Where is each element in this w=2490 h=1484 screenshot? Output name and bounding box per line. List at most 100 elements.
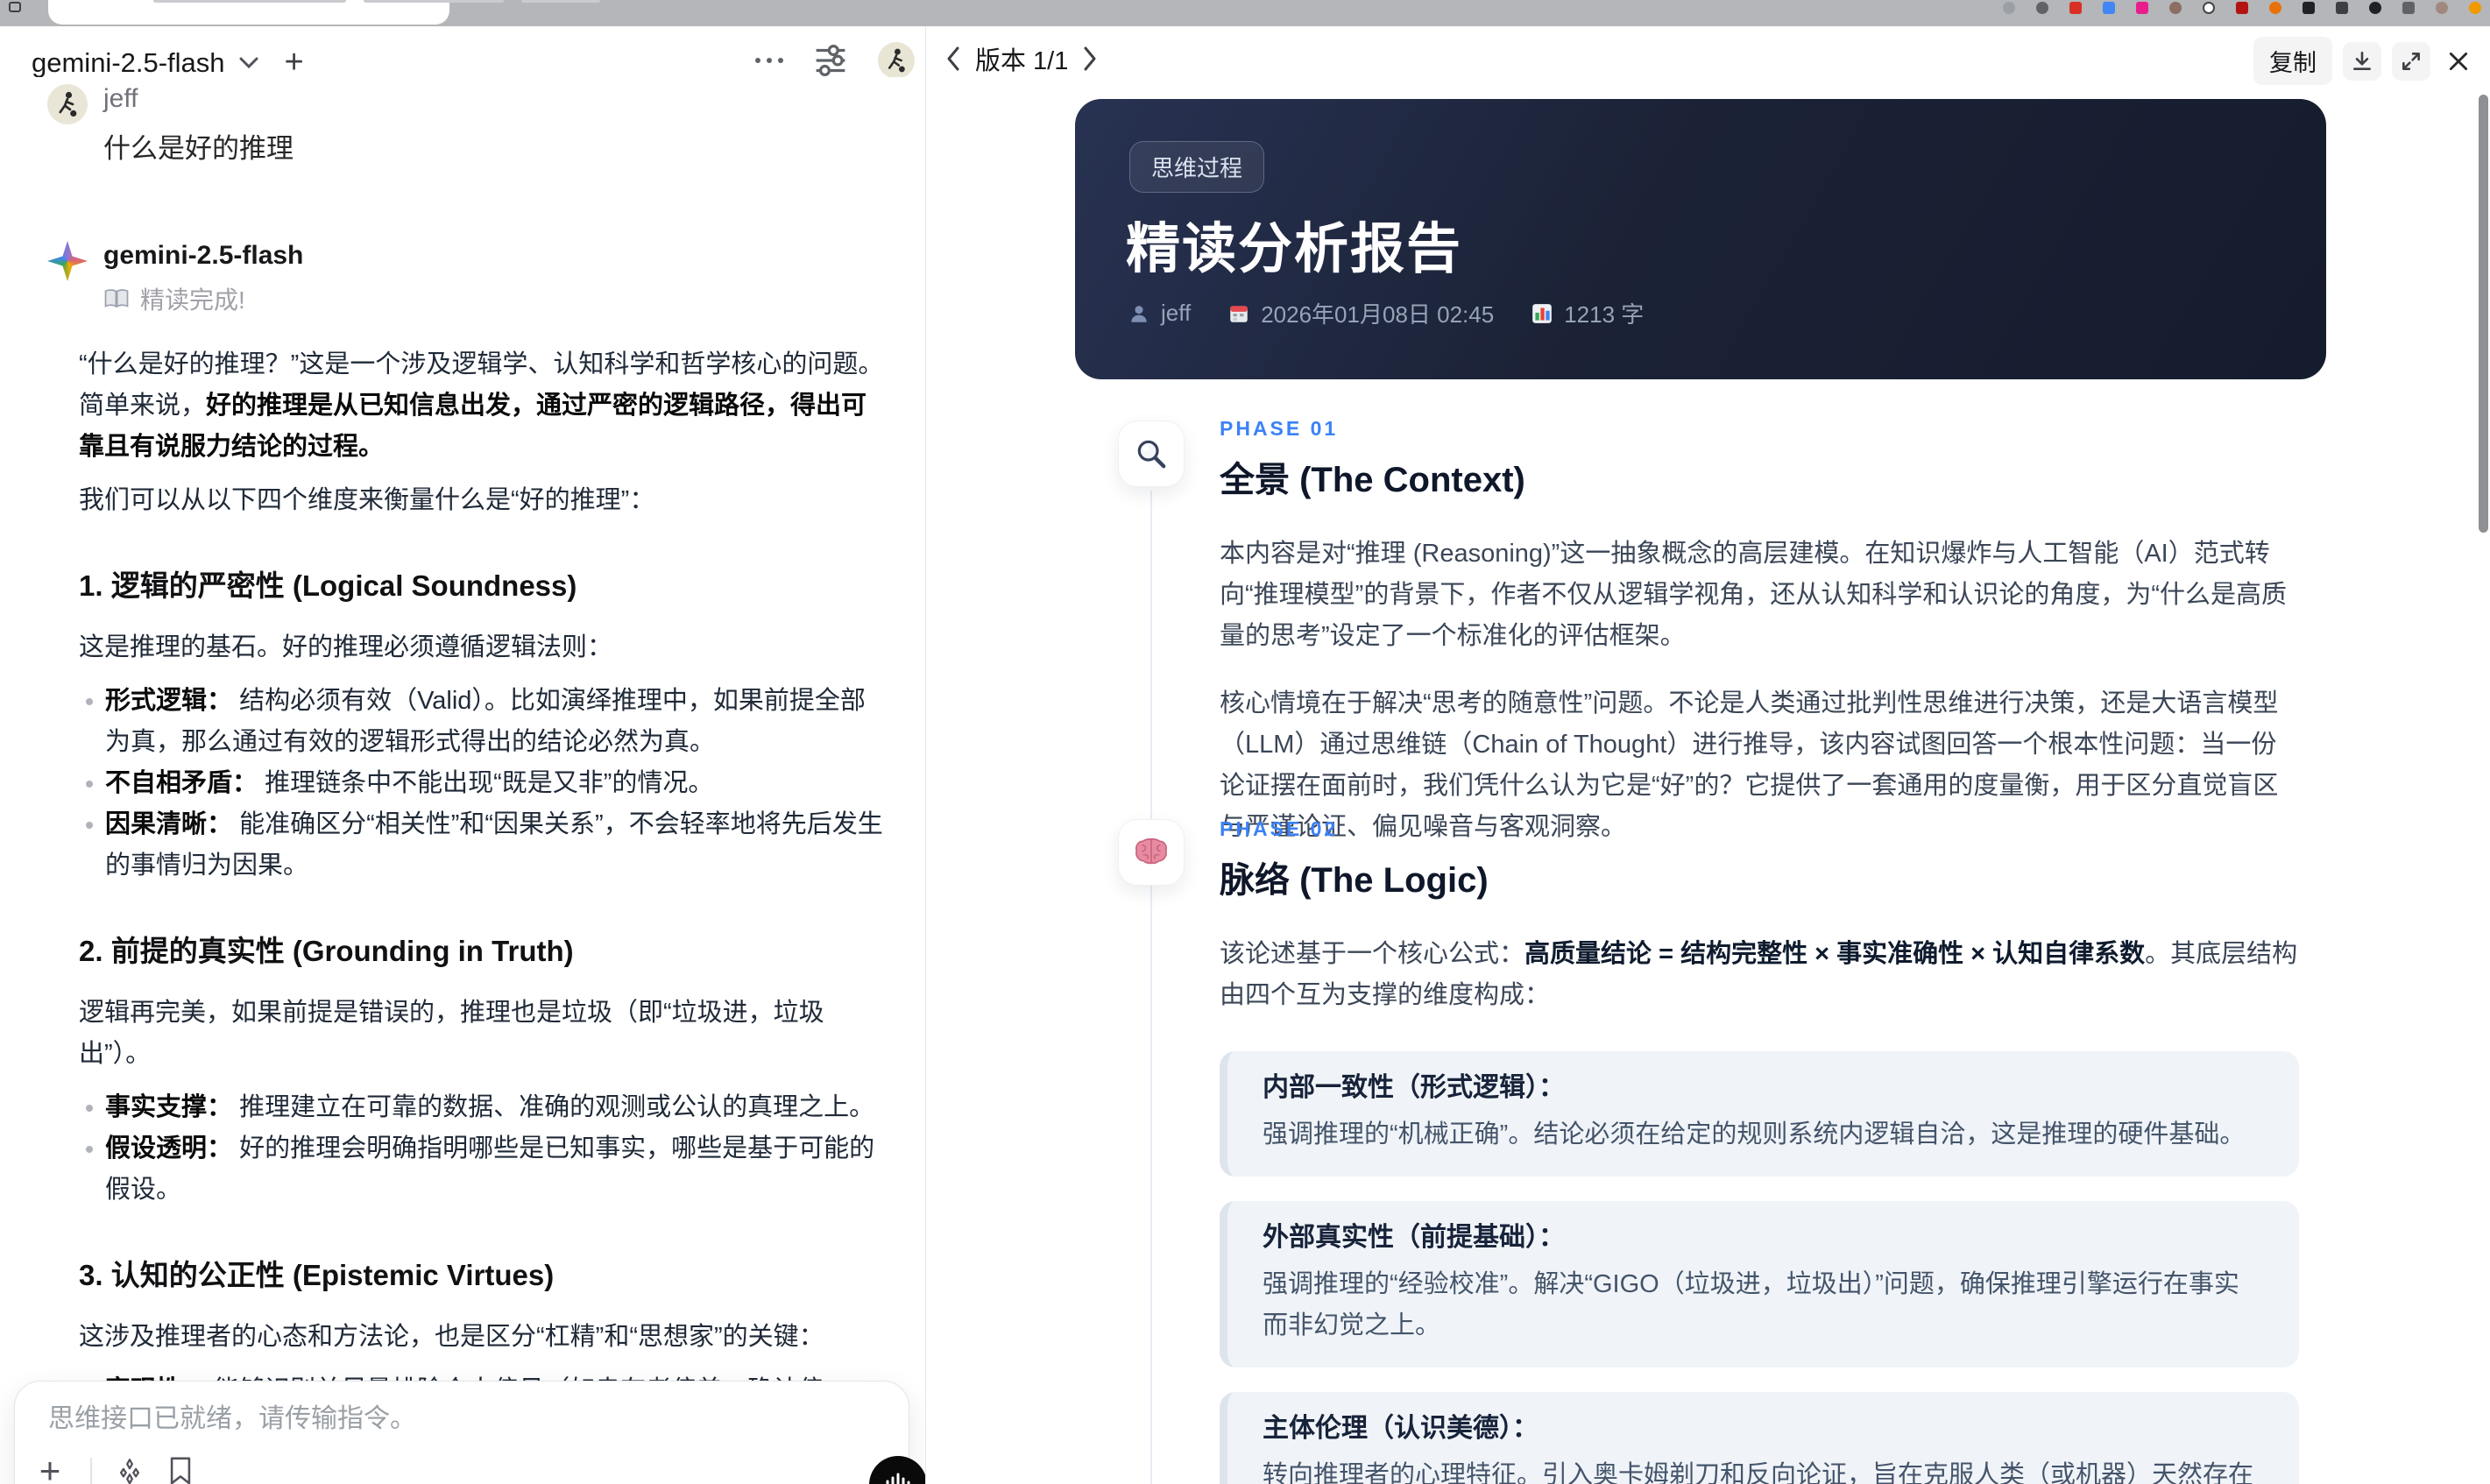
extension-icon[interactable] bbox=[2303, 2, 2315, 14]
date-meta: 2026年01月08日 02:45 bbox=[1227, 297, 1494, 329]
bookmark-favicon[interactable] bbox=[2269, 2, 2281, 14]
url-text-fragment bbox=[153, 0, 346, 3]
section-intro: 这是推理的基石。好的推理必须遵循逻辑法则： bbox=[79, 633, 613, 661]
extension-icon[interactable] bbox=[2336, 2, 2348, 14]
magnifier-icon bbox=[1118, 420, 1185, 487]
artifact-viewer-panel: 版本 1/1 复制 思维过程 精读分析报告 jeff 2026年01月08日 0… bbox=[926, 26, 2490, 1484]
version-navigator: 版本 1/1 bbox=[945, 40, 1098, 77]
dimension-card-title: 主体伦理（认识美德）： bbox=[1263, 1414, 1539, 1443]
browser-address-bar[interactable] bbox=[48, 0, 600, 25]
open-book-icon bbox=[104, 289, 129, 308]
chat-panel: jeff 什么是好的推理 gemini-2.5-flash 精读完成! “什么是… bbox=[0, 77, 925, 1484]
report-title: 精读分析报告 bbox=[1126, 219, 1463, 279]
dimension-cards: 内部一致性（形式逻辑）： 强调推理的“机械正确”。结论必须在给定的规则系统内逻辑… bbox=[1220, 1051, 2299, 1484]
input-toolbar-divider bbox=[90, 1458, 92, 1484]
list-item: 因果清晰： 能准确区分“相关性”和“因果关系”，不会轻率地将先后发生的事情归为因… bbox=[79, 804, 887, 887]
author-meta: jeff bbox=[1128, 300, 1191, 327]
browser-back-icon[interactable] bbox=[9, 2, 21, 12]
phase-paragraph: 该论述基于一个核心公式：高质量结论 = 结构完整性 × 事实准确性 × 认知自律… bbox=[1220, 940, 2298, 1009]
word-count-meta: 1213 字 bbox=[1531, 297, 1644, 329]
phase-title: 全景 (The Context) bbox=[1220, 461, 1525, 499]
dimension-card: 内部一致性（形式逻辑）： 强调推理的“机械正确”。结论必须在给定的规则系统内逻辑… bbox=[1220, 1051, 2299, 1177]
user-message: jeff 什么是好的推理 bbox=[47, 84, 887, 166]
viewer-scrollbar[interactable] bbox=[2479, 95, 2488, 533]
report-meta: jeff 2026年01月08日 02:45 1213 字 bbox=[1128, 297, 1644, 329]
bookmark-favicon[interactable] bbox=[2203, 2, 2215, 14]
assistant-message-body: “什么是好的推理？”这是一个涉及逻辑学、认知科学和哲学核心的问题。简单来说，好的… bbox=[79, 344, 887, 1484]
dimension-card-body: 转向推理者的心理特征。引入奥卡姆剃刀和反向论证，旨在克服人类（或机器）天然存在的… bbox=[1263, 1461, 2254, 1484]
close-button[interactable] bbox=[2441, 44, 2476, 79]
person-icon bbox=[1131, 305, 1147, 322]
new-chat-button[interactable]: + bbox=[285, 44, 304, 81]
dimension-card: 外部真实性（前提基础）： 强调推理的“经验校准”。解决“GIGO（垃圾进，垃圾出… bbox=[1220, 1201, 2299, 1367]
download-button[interactable] bbox=[2343, 41, 2381, 81]
fullscreen-button[interactable] bbox=[2392, 41, 2430, 81]
timeline-line bbox=[1150, 491, 1152, 1484]
phase-label: PHASE 02 bbox=[1220, 817, 1339, 840]
copy-button[interactable]: 复制 bbox=[2253, 37, 2332, 85]
calendar-icon bbox=[1230, 305, 1248, 322]
extension-icon[interactable] bbox=[2402, 2, 2415, 14]
section-heading: 2. 前提的真实性 (Grounding in Truth) bbox=[79, 935, 574, 967]
more-options-icon[interactable] bbox=[755, 58, 783, 63]
assistant-name: gemini-2.5-flash bbox=[103, 241, 304, 270]
bookmark-favicon[interactable] bbox=[2069, 2, 2082, 14]
bookmark-favicon[interactable] bbox=[2003, 2, 2015, 14]
url-text-fragment bbox=[521, 0, 600, 3]
chat-message-list: jeff 什么是好的推理 gemini-2.5-flash 精读完成! “什么是… bbox=[47, 77, 887, 1484]
chevron-down-icon bbox=[239, 57, 258, 69]
dimension-card-title: 外部真实性（前提基础）： bbox=[1263, 1223, 1565, 1252]
phase-title: 脉络 (The Logic) bbox=[1220, 861, 1489, 900]
tune-settings-icon[interactable] bbox=[813, 45, 848, 76]
list-item: 不自相矛盾： 推理链条中不能出现“既是又非”的情况。 bbox=[79, 763, 887, 804]
phase-paragraph: 本内容是对“推理 (Reasoning)”这一抽象概念的高层建模。在知识爆炸与人… bbox=[1220, 540, 2287, 650]
brain-icon bbox=[1118, 819, 1185, 886]
model-name: gemini-2.5-flash bbox=[32, 46, 225, 78]
bookmark-favicon[interactable] bbox=[2469, 2, 2481, 14]
version-label: 版本 1/1 bbox=[975, 47, 1069, 75]
assistant-status: 精读完成! bbox=[79, 281, 887, 316]
close-icon bbox=[2449, 52, 2468, 70]
download-icon bbox=[2353, 51, 2371, 70]
bar-chart-icon bbox=[1532, 303, 1553, 323]
bullet-list: 事实支撑： 推理建立在可靠的数据、准确的观测或公认的真理之上。 假设透明： 好的… bbox=[79, 1087, 887, 1211]
bookmark-favicon[interactable] bbox=[2103, 2, 2115, 14]
phase-section-1: PHASE 01 全景 (The Context) 本内容是对“推理 (Reas… bbox=[1220, 417, 2299, 874]
section-heading: 1. 逻辑的严密性 (Logical Soundness) bbox=[79, 569, 577, 602]
list-item: 假设透明： 好的推理会明确指明哪些是已知事实，哪些是基于可能的假设。 bbox=[79, 1128, 887, 1211]
sparkle-tools-icon[interactable] bbox=[115, 1456, 145, 1484]
dimension-card: 主体伦理（认识美德）： 转向推理者的心理特征。引入奥卡姆剃刀和反向论证，旨在克服… bbox=[1220, 1392, 2299, 1484]
user-name: jeff bbox=[103, 84, 138, 113]
user-message-text: 什么是好的推理 bbox=[103, 133, 294, 164]
user-avatar[interactable] bbox=[878, 42, 915, 79]
app-window: gemini-2.5-flash + jeff 什么是好的推理 gemini-2… bbox=[0, 0, 2490, 1484]
prompt-input[interactable] bbox=[48, 1404, 714, 1434]
bookmark-icon[interactable] bbox=[167, 1456, 194, 1484]
phase-label: PHASE 01 bbox=[1220, 417, 1339, 440]
browser-profile-avatar[interactable] bbox=[2436, 2, 2448, 14]
chevron-right-icon[interactable] bbox=[1082, 46, 1098, 72]
user-avatar bbox=[47, 84, 88, 124]
bookmark-favicon[interactable] bbox=[2236, 2, 2248, 14]
chevron-left-icon[interactable] bbox=[945, 46, 961, 72]
dimension-card-title: 内部一致性（形式逻辑）： bbox=[1263, 1073, 1565, 1102]
expand-icon bbox=[2402, 52, 2420, 70]
assistant-message: gemini-2.5-flash 精读完成! “什么是好的推理？”这是一个涉及逻… bbox=[47, 241, 887, 1484]
bookmark-favicon[interactable] bbox=[2136, 2, 2148, 14]
phase-section-2: PHASE 02 脉络 (The Logic) 该论述基于一个核心公式：高质量结… bbox=[1220, 817, 2299, 1484]
report-hero-card: 思维过程 精读分析报告 jeff 2026年01月08日 02:45 1213 … bbox=[1075, 99, 2326, 379]
list-item: 形式逻辑： 结构必须有效（Valid）。比如演绎推理中，如果前提全部为真，那么通… bbox=[79, 681, 887, 763]
paragraph: “什么是好的推理？”这是一个涉及逻辑学、认知科学和哲学核心的问题。简单来说，好的… bbox=[79, 350, 884, 461]
bookmarks-bar bbox=[2003, 2, 2481, 14]
bookmark-favicon[interactable] bbox=[2169, 2, 2182, 14]
attach-plus-button[interactable]: + bbox=[32, 1450, 67, 1484]
extension-icon[interactable] bbox=[2369, 2, 2381, 14]
list-item: 事实支撑： 推理建立在可靠的数据、准确的观测或公认的真理之上。 bbox=[79, 1087, 887, 1128]
section-intro: 这涉及推理者的心态和方法论，也是区分“杠精”和“思想家”的关键： bbox=[79, 1323, 824, 1351]
bookmark-favicon[interactable] bbox=[2036, 2, 2048, 14]
model-selector[interactable]: gemini-2.5-flash + bbox=[32, 44, 304, 81]
voice-input-button[interactable] bbox=[869, 1456, 925, 1484]
section-intro: 逻辑再完美，如果前提是错误的，推理也是垃圾（即“垃圾进，垃圾出”）。 bbox=[79, 999, 824, 1068]
bullet-list: 形式逻辑： 结构必须有效（Valid）。比如演绎推理中，如果前提全部为真，那么通… bbox=[79, 681, 887, 887]
browser-chrome bbox=[0, 0, 2490, 26]
